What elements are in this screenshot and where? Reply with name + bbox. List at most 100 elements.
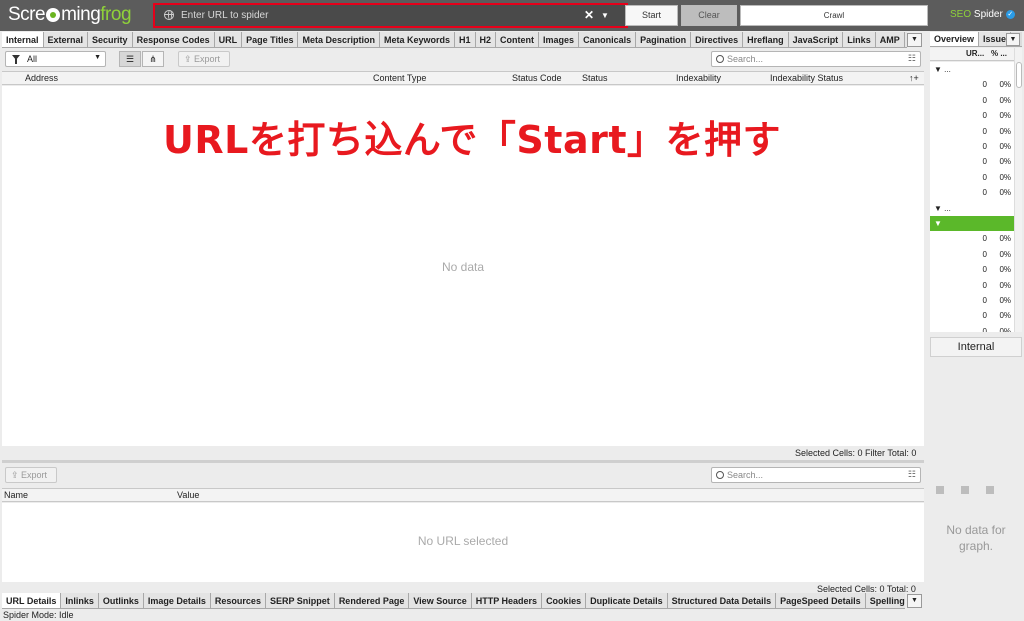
add-column-icon[interactable]: ↑+ [909, 73, 919, 83]
detail-tab[interactable]: SERP Snippet [265, 593, 335, 608]
main-tab[interactable]: H2 [475, 32, 497, 47]
main-tab[interactable]: Internal [2, 32, 44, 47]
main-tab[interactable]: Hreflang [743, 32, 789, 47]
main-tab[interactable]: Response Codes [132, 32, 215, 47]
search-options-icon[interactable]: ☷ [908, 469, 916, 480]
detail-tab[interactable]: View Source [409, 593, 472, 608]
search-field[interactable]: ☷ [711, 51, 921, 67]
column-header-urls[interactable]: UR... [966, 49, 984, 58]
main-tab[interactable]: Meta Keywords [379, 32, 456, 47]
mode-crawl-button[interactable]: Crawl [740, 5, 928, 26]
overview-row[interactable]: 0 0% [930, 231, 1014, 246]
overview-row[interactable]: 0 0% [930, 185, 1014, 200]
start-button[interactable]: Start [625, 5, 678, 26]
right-tabs-overflow-icon[interactable]: ▼ [1006, 33, 1020, 46]
detail-tab[interactable]: Cookies [542, 593, 587, 608]
column-header-name[interactable]: Name [4, 490, 28, 500]
overview-row[interactable]: 0 0% [930, 139, 1014, 154]
main-tab[interactable]: AMP [875, 32, 905, 47]
tabs-overflow-dropdown-icon[interactable]: ▼ [907, 33, 922, 47]
main-tab[interactable]: Pagination [636, 32, 692, 47]
detail-tab[interactable]: URL Details [2, 593, 62, 608]
main-tab[interactable]: External [43, 32, 89, 47]
tab-overview[interactable]: Overview [930, 32, 980, 46]
detail-tab[interactable]: HTTP Headers [471, 593, 543, 608]
overview-percent: 0% [999, 126, 1011, 136]
main-tab[interactable]: Links [843, 32, 876, 47]
column-header-content-type[interactable]: Content Type [373, 73, 426, 83]
column-header-address[interactable]: Address [25, 73, 58, 83]
graph-section-title: Internal [930, 337, 1022, 357]
overview-group-row[interactable]: ▼ ... [930, 62, 1014, 77]
main-tab[interactable]: Canonicals [579, 32, 637, 47]
overview-row[interactable]: 0 0% [930, 262, 1014, 277]
lower-search-input[interactable] [727, 469, 877, 481]
main-tab[interactable]: JavaScript [788, 32, 844, 47]
main-tab[interactable]: H1 [455, 32, 476, 47]
search-options-icon[interactable]: ☷ [908, 53, 916, 64]
column-header-status-code[interactable]: Status Code [512, 73, 562, 83]
column-header-value[interactable]: Value [177, 490, 199, 500]
clear-url-icon[interactable]: ✕ [584, 8, 594, 23]
main-tab[interactable]: Security [88, 32, 133, 47]
detail-tab-bar: URL Details Inlinks Outlinks Image Details R… [2, 593, 905, 609]
overview-url-count: 0 [982, 142, 987, 151]
overview-url-count: 0 [982, 157, 987, 167]
list-view-icon[interactable]: ☰ [119, 51, 141, 67]
overview-row[interactable]: 0 0% [930, 293, 1014, 308]
overview-row[interactable]: 0 0% [930, 154, 1014, 169]
overview-scrollbar[interactable] [1014, 48, 1022, 332]
overview-group-row[interactable]: ▼ [930, 216, 1014, 232]
detail-tab[interactable]: Resources [210, 593, 266, 608]
export-button[interactable]: ⇪ Export [178, 51, 230, 67]
column-header-status[interactable]: Status [582, 73, 608, 83]
tree-view-icon[interactable]: ⋔ [142, 51, 164, 67]
overview-row[interactable]: 0 0% [930, 324, 1014, 332]
tabs-overflow-dropdown-icon[interactable]: ▼ [907, 594, 922, 608]
detail-tab[interactable]: Rendered Page [334, 593, 410, 608]
scrollbar-thumb[interactable] [1016, 62, 1022, 88]
column-header-indexability-status[interactable]: Indexability Status [770, 73, 843, 83]
detail-tab[interactable]: Structured Data Details [667, 593, 777, 608]
clear-button[interactable]: Clear [681, 5, 737, 26]
search-input[interactable] [727, 53, 877, 65]
url-input[interactable] [181, 8, 571, 23]
main-tab[interactable]: Directives [691, 32, 744, 47]
overview-row[interactable]: 0 0% [930, 308, 1014, 323]
overview-url-count: 0 [982, 111, 987, 121]
lower-export-button[interactable]: ⇪ Export [5, 467, 57, 483]
main-tab[interactable]: Meta Description [298, 32, 380, 47]
main-tab[interactable]: URL [214, 32, 243, 47]
lower-search-field[interactable]: ☷ [711, 467, 921, 483]
overview-row[interactable]: 0 0% [930, 77, 1014, 92]
pane-splitter[interactable] [2, 460, 924, 463]
main-tab[interactable]: Images [539, 32, 580, 47]
expand-toggle-icon[interactable]: ▼ ... [934, 65, 951, 74]
search-icon [716, 471, 724, 479]
overview-group-row[interactable]: ▼ ... [930, 201, 1014, 216]
filter-select[interactable]: All ▼ [5, 51, 106, 67]
detail-tab[interactable]: Inlinks [61, 593, 99, 608]
app-logo: Scre mingfrog [8, 4, 132, 25]
column-header-percent[interactable]: % ... [991, 49, 1007, 58]
main-tab[interactable]: Page Titles [242, 32, 299, 47]
overview-row[interactable]: 0 0% [930, 247, 1014, 262]
overview-row[interactable]: 0 0% [930, 170, 1014, 185]
detail-tab[interactable]: Duplicate Details [586, 593, 668, 608]
expand-toggle-icon[interactable]: ▼ ... [934, 204, 951, 213]
detail-tab[interactable]: Image Details [143, 593, 211, 608]
overview-url-count: 0 [982, 172, 987, 182]
detail-tab[interactable]: PageSpeed Details [776, 593, 866, 608]
expand-toggle-icon[interactable]: ▼ [934, 219, 942, 228]
detail-tab[interactable]: Spelling & Gramm [865, 593, 905, 608]
overview-row[interactable]: 0 0% [930, 93, 1014, 108]
right-table-header: UR... % ... [930, 48, 1014, 61]
overview-percent: 0% [999, 296, 1011, 305]
overview-row[interactable]: 0 0% [930, 108, 1014, 123]
overview-row[interactable]: 0 0% [930, 278, 1014, 293]
column-header-indexability[interactable]: Indexability [676, 73, 721, 83]
main-tab[interactable]: Content [496, 32, 540, 47]
overview-row[interactable]: 0 0% [930, 124, 1014, 139]
url-history-dropdown-icon[interactable]: ▼ [601, 9, 609, 23]
detail-tab[interactable]: Outlinks [98, 593, 144, 608]
